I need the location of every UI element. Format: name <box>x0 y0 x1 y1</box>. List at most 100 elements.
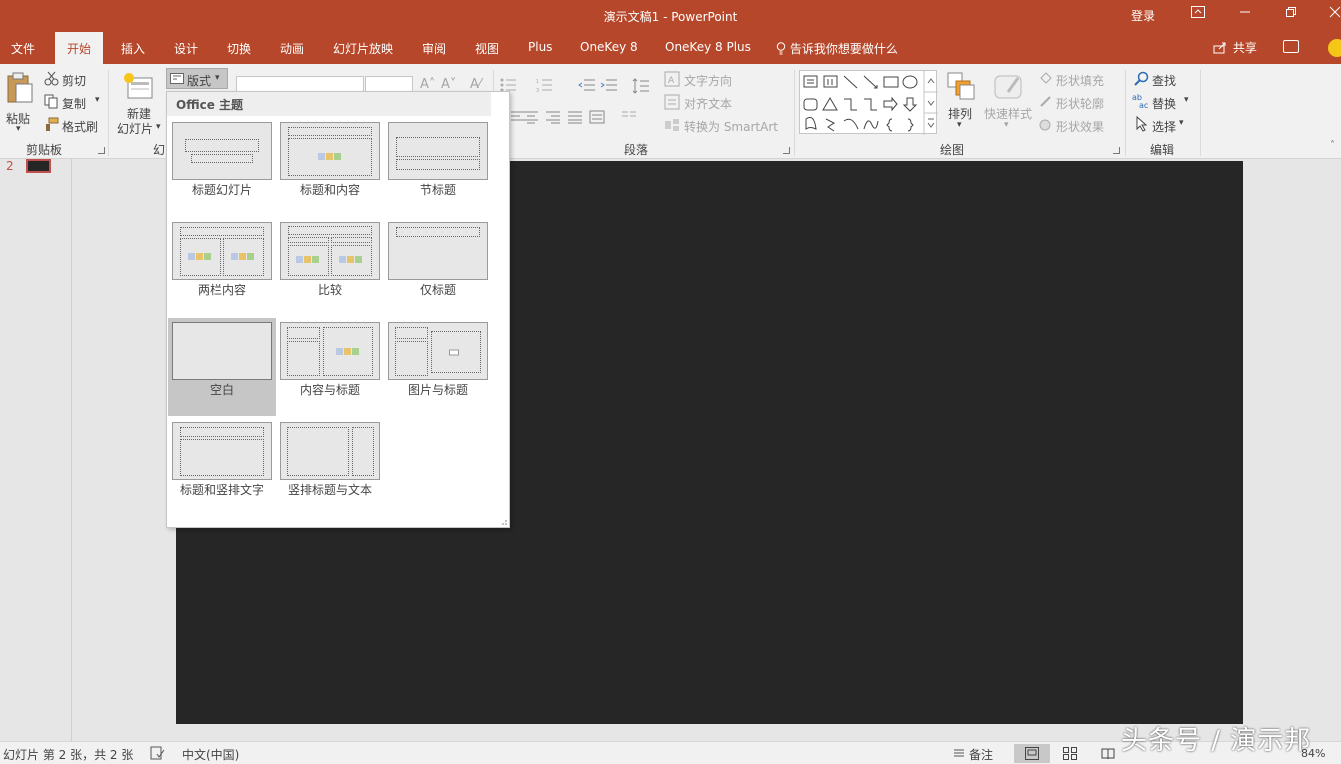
content-placeholder-icon <box>296 256 319 263</box>
shapes-gallery-icons <box>803 71 938 135</box>
share-button[interactable]: 共享 <box>1213 39 1257 56</box>
reading-view-icon <box>1101 748 1115 760</box>
tab-insert[interactable]: 插入 <box>121 40 145 57</box>
bullets-icon[interactable] <box>500 78 518 92</box>
columns-icon[interactable] <box>621 110 637 124</box>
replace-button[interactable]: 替换 <box>1152 95 1176 112</box>
minimize-icon[interactable] <box>1235 5 1255 25</box>
layout-label: 两栏内容 <box>197 283 246 297</box>
collapse-ribbon-icon[interactable]: ˄ <box>1330 140 1335 151</box>
replace-dropdown-arrow[interactable]: ▾ <box>1184 95 1189 105</box>
decrease-indent-icon[interactable] <box>578 78 596 92</box>
tab-view[interactable]: 视图 <box>475 40 499 57</box>
watermark-text: 头条号 / 演示邦 <box>1121 726 1312 756</box>
tab-home[interactable]: 开始 <box>55 32 104 65</box>
paste-button[interactable]: 粘贴 ▾ <box>3 70 37 138</box>
copy-dropdown-arrow[interactable]: ▾ <box>95 95 100 105</box>
format-painter-icon <box>46 117 59 131</box>
slide-thumbnail-pane[interactable]: 2 <box>0 159 72 741</box>
shape-fill-button[interactable]: 形状填充 <box>1056 72 1104 89</box>
distributed-icon[interactable] <box>589 110 605 124</box>
clear-format-icon[interactable]: A⁄ <box>470 77 481 92</box>
tab-onekey8plus[interactable]: OneKey 8 Plus <box>665 40 751 54</box>
copy-button[interactable]: 复制 <box>62 95 86 112</box>
select-button[interactable]: 选择 <box>1152 118 1176 135</box>
tab-transitions[interactable]: 切换 <box>227 40 251 57</box>
language-status[interactable]: 中文(中国) <box>182 746 239 763</box>
layout-label: 内容与标题 <box>299 383 360 397</box>
layout-blank[interactable]: 空白 <box>168 318 276 416</box>
layout-two-content[interactable]: 两栏内容 <box>168 218 276 316</box>
shape-effects-button[interactable]: 形状效果 <box>1056 118 1104 135</box>
resize-grip-icon[interactable] <box>499 517 507 525</box>
comment-icon[interactable] <box>1283 40 1299 53</box>
paragraph-group-label: 段落 <box>624 143 649 157</box>
notes-button[interactable]: 备注 <box>969 746 993 763</box>
tab-review[interactable]: 审阅 <box>422 40 446 57</box>
numbering-icon[interactable]: 13 <box>536 78 554 92</box>
format-painter-button[interactable]: 格式刷 <box>62 118 98 135</box>
layout-vertical-title-and-text[interactable]: 竖排标题与文本 <box>276 418 384 516</box>
paragraph-launcher-icon[interactable] <box>783 147 790 154</box>
clipboard-launcher-icon[interactable] <box>98 147 105 154</box>
text-direction-button[interactable]: 文字方向 <box>684 72 732 89</box>
text-direction-icon[interactable]: A <box>664 71 680 87</box>
line-spacing-icon[interactable] <box>632 78 650 94</box>
convert-smartart-button[interactable]: 转换为 SmartArt <box>684 118 778 135</box>
layout-dropdown-arrow: ▾ <box>215 73 220 83</box>
align-right-icon[interactable] <box>545 110 561 124</box>
justify-icon[interactable] <box>567 110 583 124</box>
layout-comparison[interactable]: 比较 <box>276 218 384 316</box>
layout-label: 竖排标题与文本 <box>287 483 372 497</box>
normal-view-icon <box>1025 747 1039 760</box>
shrink-font-icon[interactable]: A˅ <box>441 77 456 92</box>
select-dropdown-arrow[interactable]: ▾ <box>1179 118 1184 128</box>
login-link[interactable]: 登录 <box>1131 7 1155 24</box>
editing-group-label: 编辑 <box>1150 143 1175 157</box>
tab-animations[interactable]: 动画 <box>280 40 304 57</box>
tab-slideshow[interactable]: 幻灯片放映 <box>333 40 393 57</box>
group-separator <box>794 70 795 156</box>
increase-indent-icon[interactable] <box>600 78 618 92</box>
shapes-gallery[interactable] <box>799 70 938 135</box>
restore-icon[interactable] <box>1281 5 1301 25</box>
smiley-feedback-icon[interactable] <box>1328 39 1341 57</box>
align-text-icon[interactable] <box>664 94 680 110</box>
ribbon-display-options-icon[interactable] <box>1188 5 1208 25</box>
layout-title-slide[interactable]: 标题幻灯片 <box>168 118 276 216</box>
tab-design[interactable]: 设计 <box>174 40 198 57</box>
find-button[interactable]: 查找 <box>1152 72 1176 89</box>
layout-title-and-vertical-text[interactable]: 标题和竖排文字 <box>168 418 276 516</box>
align-text-button[interactable]: 对齐文本 <box>684 95 732 112</box>
arrange-button[interactable]: 排列 ▾ <box>944 70 978 134</box>
share-label: 共享 <box>1232 41 1257 55</box>
smartart-icon[interactable] <box>664 117 680 133</box>
slide-sorter-view-button[interactable] <box>1052 744 1088 763</box>
quick-styles-button[interactable]: 快速样式 ▾ <box>982 70 1034 134</box>
drawing-launcher-icon[interactable] <box>1113 147 1120 154</box>
tell-me-box[interactable]: 告诉我你想要做什么 <box>776 40 898 57</box>
group-separator <box>1125 70 1126 156</box>
layout-section-header[interactable]: 节标题 <box>384 118 492 216</box>
lightbulb-icon <box>776 42 786 55</box>
slide-thumbnail-number: 2 <box>6 159 14 173</box>
tab-file[interactable]: 文件 <box>11 40 35 57</box>
shape-outline-button[interactable]: 形状轮廓 <box>1056 95 1104 112</box>
new-slide-button[interactable]: 新建 幻灯片 ▾ <box>114 70 164 138</box>
grow-font-icon[interactable]: A˄ <box>420 77 435 92</box>
tab-onekey8[interactable]: OneKey 8 <box>580 40 638 54</box>
layout-button[interactable]: 版式 ▾ <box>166 68 228 89</box>
layout-title-and-content[interactable]: 标题和内容 <box>276 118 384 216</box>
slide-thumbnail[interactable] <box>26 159 51 173</box>
drawing-group-label: 绘图 <box>940 143 965 157</box>
tab-plus[interactable]: Plus <box>528 40 552 54</box>
layout-content-with-caption[interactable]: 内容与标题 <box>276 318 384 416</box>
layout-picture-with-caption[interactable]: 图片与标题 <box>384 318 492 416</box>
copy-icon <box>44 94 58 109</box>
close-icon[interactable] <box>1325 5 1341 25</box>
spell-check-icon[interactable] <box>150 746 165 760</box>
normal-view-button[interactable] <box>1014 744 1050 763</box>
align-center-icon[interactable] <box>523 110 539 124</box>
cut-button[interactable]: 剪切 <box>62 72 86 89</box>
layout-title-only[interactable]: 仅标题 <box>384 218 492 316</box>
